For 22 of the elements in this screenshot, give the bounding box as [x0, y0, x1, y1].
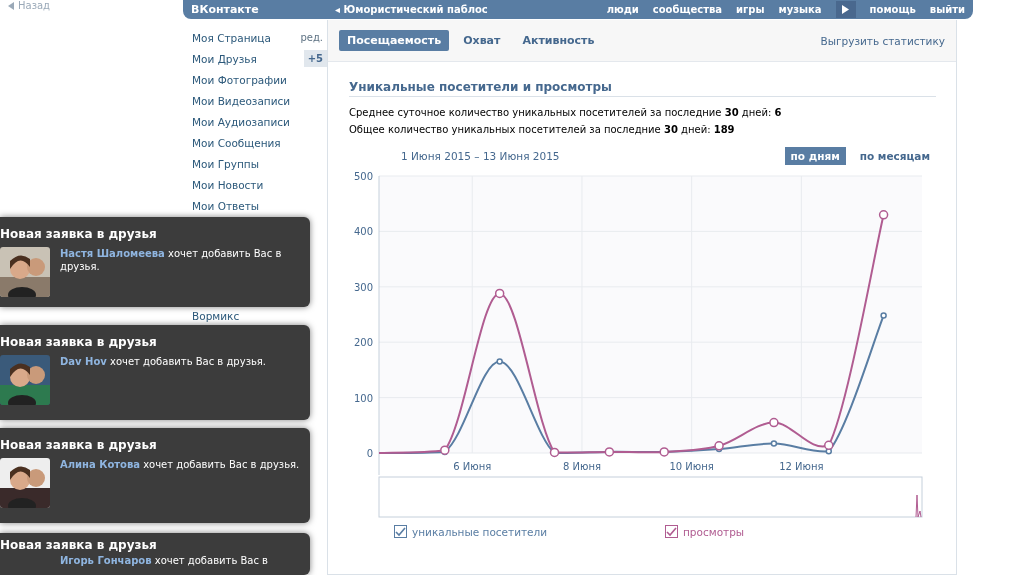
axis-label: 300: [353, 281, 373, 293]
axis-label: 10 Июня: [669, 461, 714, 472]
axis-label: 400: [353, 226, 373, 238]
axis-label: 8 Июня: [562, 461, 601, 472]
notification-text: Dav Hov хочет добавить Вас в друзья.: [60, 355, 267, 369]
notification-title: Новая заявка в друзья: [0, 538, 158, 552]
axis-label: 12 Июня: [779, 461, 824, 472]
notification-text: Игорь Гончаров хочет добавить Вас в: [60, 554, 269, 567]
notification-title: Новая заявка в друзья: [0, 438, 158, 452]
date-range: 1 Июня 2015 – 13 Июня 2015: [401, 150, 561, 162]
notification-text: Настя Шаломеева хочет добавить Вас в друзья.: [60, 247, 283, 274]
notification-title: Новая заявка в друзья: [0, 227, 158, 241]
notification-title: Новая заявка в друзья: [0, 335, 158, 349]
stat-line: Общее количество уникальных посетителей за последние 30 дней: 189: [349, 124, 736, 137]
axis-label: 500: [353, 171, 373, 182]
axis-label: 6 Июня: [453, 461, 492, 472]
axis-label: 200: [353, 337, 373, 349]
stat-line: Среднее суточное количество уникальных посетителей за последние 30 дней: 6: [349, 107, 783, 120]
notification-text: Алина Котова хочет добавить Вас в друзья.: [60, 458, 300, 472]
section-title: Уникальные посетители и просмотры: [349, 80, 936, 97]
axis-label: 0: [366, 448, 373, 459]
axis-label: 100: [353, 392, 373, 404]
